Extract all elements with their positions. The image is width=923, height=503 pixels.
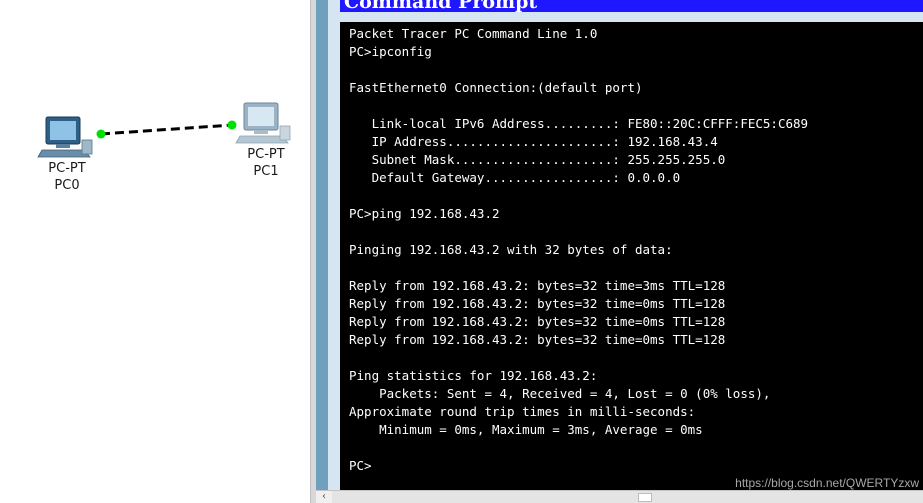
topology-workspace[interactable]: PC-PT PC0 PC-PT PC1 [0,0,310,503]
pc1-name-label[interactable]: PC1 [236,163,296,180]
pc0-name-label[interactable]: PC0 [37,177,97,194]
terminal-line: Reply from 192.168.43.2: bytes=32 time=3… [349,278,726,293]
terminal-line: Reply from 192.168.43.2: bytes=32 time=0… [349,314,726,329]
terminal-line: IP Address......................: 192.16… [349,134,718,149]
terminal-line: Packet Tracer PC Command Line 1.0 [349,26,598,41]
terminal-line: Minimum = 0ms, Maximum = 3ms, Average = … [349,422,703,437]
terminal-line: Link-local IPv6 Address.........: FE80::… [349,116,809,131]
terminal-line: Pinging 192.168.43.2 with 32 bytes of da… [349,242,673,257]
link-status-light-pc1 [227,120,237,130]
pc0-type-label: PC-PT [48,161,86,176]
watermark: https://blog.csdn.net/QWERTYzxw [735,476,919,490]
terminal-line: Default Gateway.................: 0.0.0.… [349,170,681,185]
terminal-line: Approximate round trip times in milli-se… [349,404,696,419]
pc0-icon[interactable] [37,116,93,158]
pc1-type-label: PC-PT [247,147,285,162]
window-frame-left [316,0,328,490]
window-title: Command Prompt [344,0,538,12]
horizontal-scrollbar[interactable]: ‹ [316,490,923,503]
window-frame-top [328,12,923,22]
terminal-line: Reply from 192.168.43.2: bytes=32 time=0… [349,332,726,347]
command-prompt-title-bar[interactable]: Command Prompt [340,0,923,12]
pc1-icon[interactable] [235,102,291,144]
ethernet-link[interactable] [100,123,233,136]
command-prompt-terminal[interactable]: Packet Tracer PC Command Line 1.0 PC>ipco… [340,22,923,490]
terminal-line: PC>ipconfig [349,44,432,59]
terminal-line: Reply from 192.168.43.2: bytes=32 time=0… [349,296,726,311]
scroll-left-arrow-icon[interactable]: ‹ [316,491,332,503]
terminal-output: Packet Tracer PC Command Line 1.0 PC>ipco… [349,25,808,475]
terminal-line: PC> [349,458,372,473]
window-frame-inner [328,0,340,490]
link-status-light-pc0 [96,129,106,139]
terminal-line: FastEthernet0 Connection:(default port) [349,80,643,95]
scrollbar-thumb[interactable] [638,493,652,502]
terminal-line: Ping statistics for 192.168.43.2: [349,368,598,383]
terminal-line: Subnet Mask.....................: 255.25… [349,152,726,167]
terminal-line: Packets: Sent = 4, Received = 4, Lost = … [349,386,771,401]
terminal-line: PC>ping 192.168.43.2 [349,206,500,221]
topology-canvas [37,102,291,158]
